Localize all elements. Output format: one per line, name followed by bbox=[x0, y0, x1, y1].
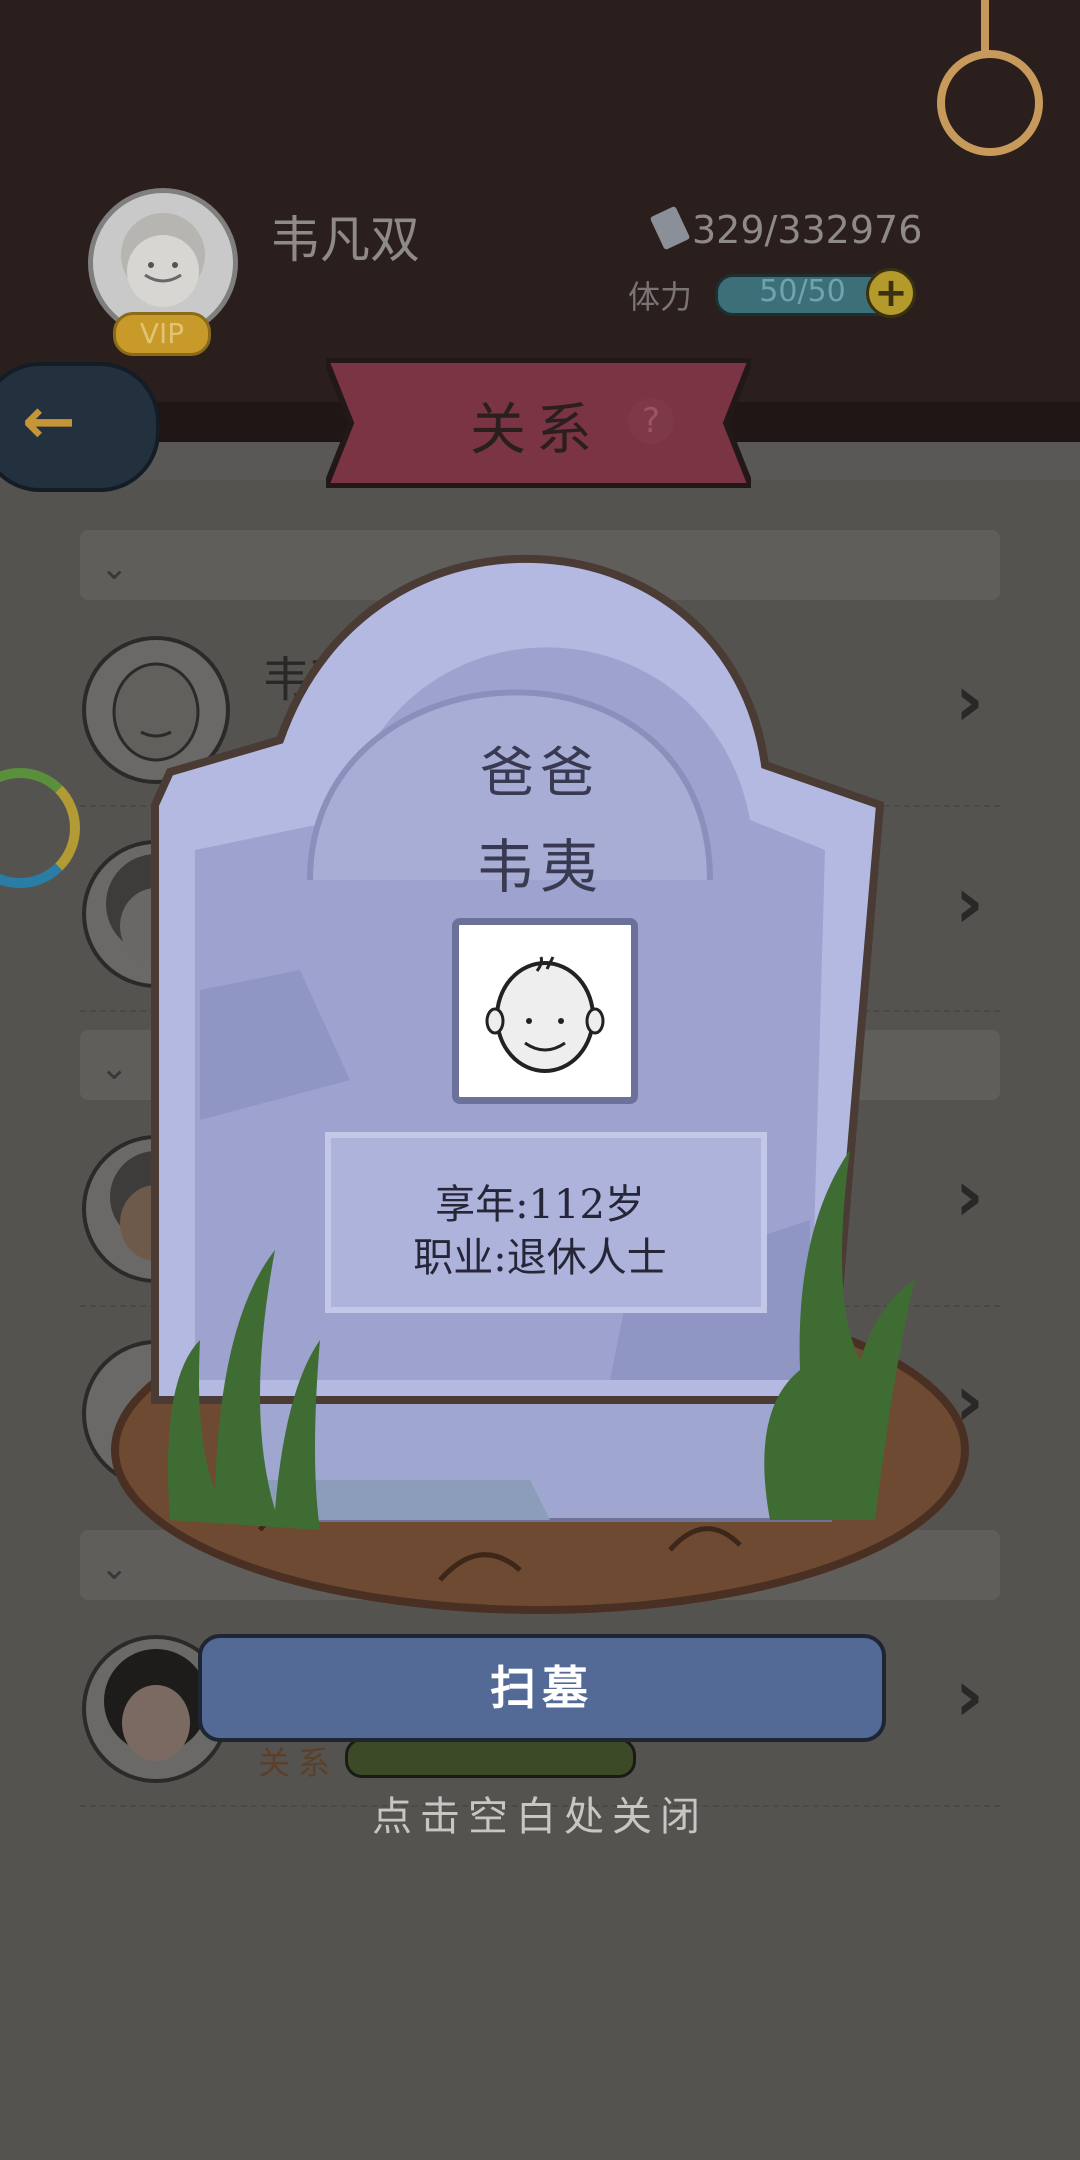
tomb-age: 享年:112岁 bbox=[435, 1182, 645, 1228]
page-title: 关系 bbox=[470, 398, 602, 463]
coin-count: 329/332976 bbox=[692, 208, 923, 252]
tomb-name: 韦夷 bbox=[475, 833, 604, 901]
tomb-occupation: 职业:退休人士 bbox=[413, 1235, 667, 1281]
relation-progress-bar bbox=[345, 1738, 636, 1778]
stamina-label: 体力 bbox=[628, 278, 693, 316]
chevron-right-icon[interactable]: › bbox=[955, 1655, 984, 1737]
player-name: 韦凡双 bbox=[270, 211, 420, 269]
relation-label: 关系 bbox=[258, 1744, 339, 1782]
back-arrow-icon[interactable]: ← bbox=[22, 390, 76, 454]
deceased-portrait bbox=[452, 918, 638, 1104]
settings-ring-icon[interactable] bbox=[937, 50, 1043, 156]
stamina-value: 50/50 bbox=[759, 274, 846, 309]
close-hint[interactable]: 点击空白处关闭 bbox=[0, 1784, 1080, 1842]
help-icon[interactable]: ? bbox=[628, 398, 674, 444]
vip-badge: VIP bbox=[113, 312, 211, 356]
add-stamina-button[interactable]: + bbox=[866, 268, 916, 318]
hanging-rope bbox=[981, 0, 989, 55]
tomb-relation: 爸爸 bbox=[480, 741, 600, 804]
sweep-tomb-button[interactable]: 扫墓 bbox=[198, 1634, 886, 1742]
